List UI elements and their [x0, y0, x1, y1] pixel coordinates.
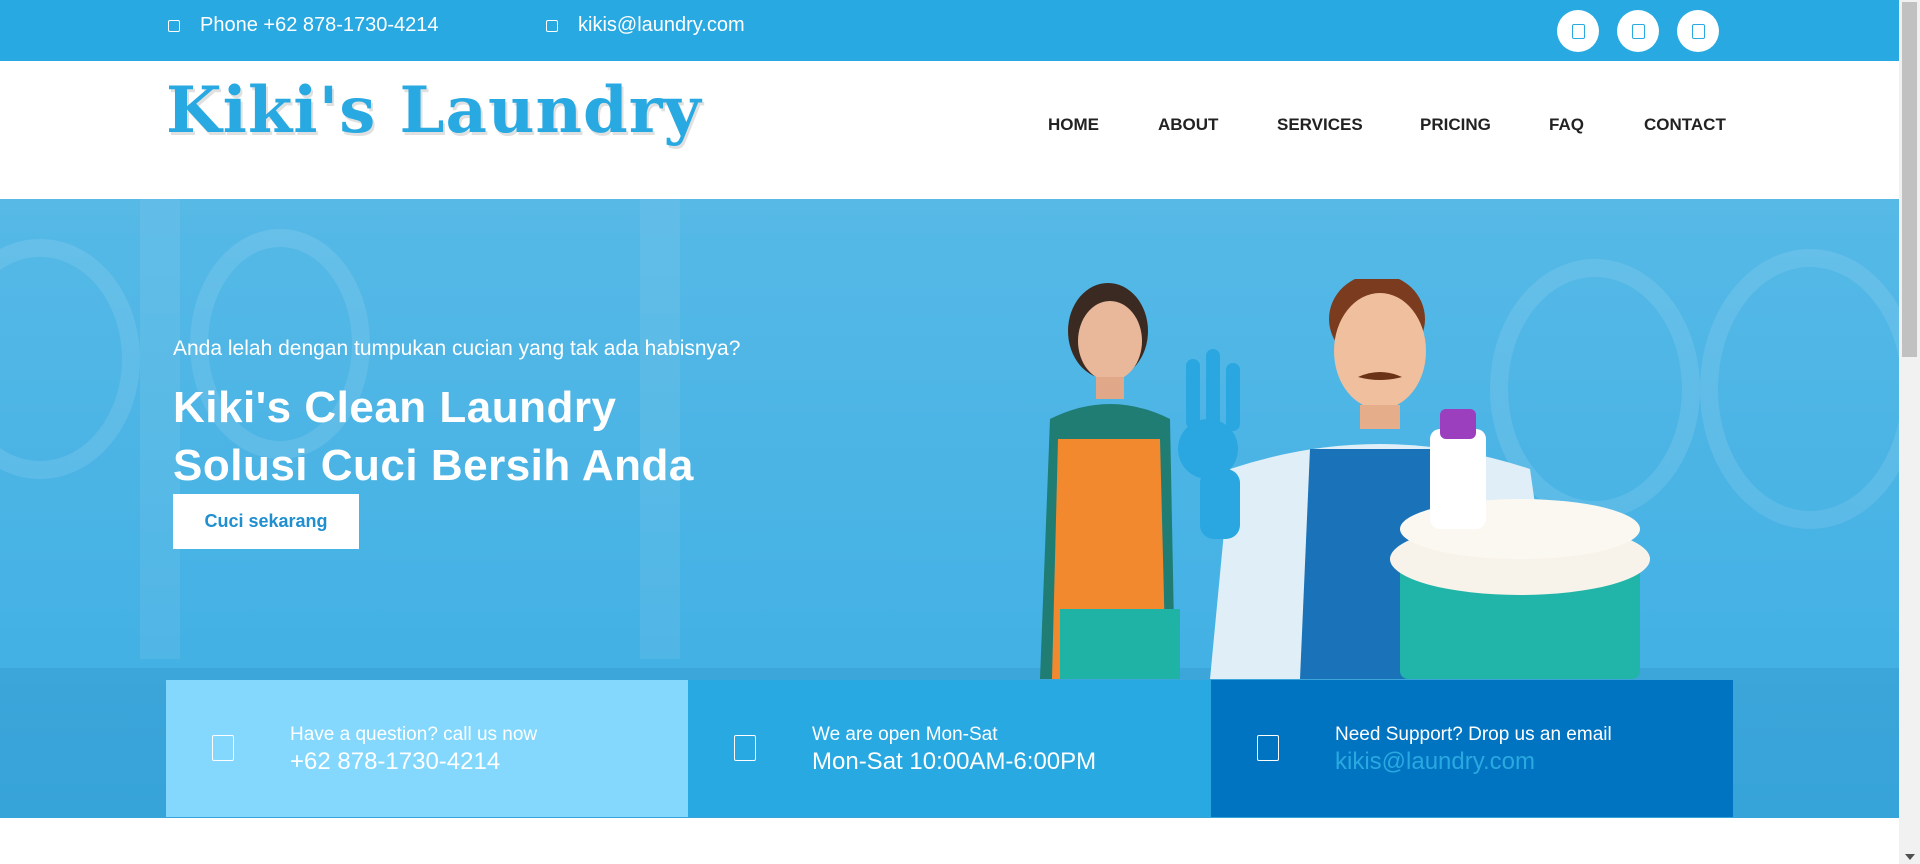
twitter-icon	[1631, 23, 1645, 39]
info-box-hours: We are open Mon-Sat Mon-Sat 10:00AM-6:00…	[688, 680, 1211, 817]
nav-about[interactable]: ABOUT	[1158, 115, 1218, 135]
wash-now-button[interactable]: Cuci sekarang	[173, 494, 359, 549]
nav-contact[interactable]: CONTACT	[1644, 115, 1726, 135]
hero-title-line-1: Kiki's Clean Laundry	[173, 383, 617, 432]
topbar-phone-text: Phone +62 878-1730-4214	[200, 14, 439, 36]
site-header: Kiki's Laundry HOME ABOUT SERVICES PRICI…	[0, 61, 1899, 199]
site-logo[interactable]: Kiki's Laundry	[166, 73, 702, 148]
nav-services[interactable]: SERVICES	[1277, 115, 1363, 135]
info-label: We are open Mon-Sat	[812, 724, 998, 745]
nav-faq[interactable]: FAQ	[1549, 115, 1584, 135]
hero-title: Kiki's Clean Laundry Solusi Cuci Bersih …	[173, 379, 694, 495]
top-contact-bar: Phone +62 878-1730-4214 kikis@laundry.co…	[0, 0, 1899, 61]
nav-home[interactable]: HOME	[1048, 115, 1099, 135]
topbar-email-text[interactable]: kikis@laundry.com	[578, 14, 745, 37]
twitter-button[interactable]	[1617, 10, 1659, 52]
washer-shape	[1700, 249, 1899, 529]
phone-icon	[212, 735, 234, 761]
info-label: Need Support? Drop us an email	[1335, 724, 1612, 745]
phone-icon	[168, 19, 180, 32]
topbar-phone[interactable]: Phone +62 878-1730-4214	[168, 14, 439, 37]
envelope-icon	[546, 19, 558, 32]
hero-title-line-2: Solusi Cuci Bersih Anda	[173, 441, 694, 490]
facebook-button[interactable]	[1557, 10, 1599, 52]
page-scrollbar[interactable]	[1899, 0, 1920, 864]
info-label: Have a question? call us now	[290, 724, 538, 745]
hero-section: Anda lelah dengan tumpukan cucian yang t…	[0, 199, 1899, 818]
instagram-button[interactable]	[1677, 10, 1719, 52]
info-value[interactable]: +62 878-1730-4214	[290, 748, 500, 776]
clock-icon	[734, 735, 756, 761]
staff-illustration	[1040, 279, 1650, 679]
washer-shape	[0, 239, 140, 479]
scrollbar-thumb[interactable]	[1902, 2, 1917, 357]
facebook-icon	[1571, 23, 1585, 39]
topbar-email[interactable]: kikis@laundry.com	[546, 14, 745, 37]
info-email-link[interactable]: kikis@laundry.com	[1335, 748, 1535, 776]
info-value: Mon-Sat 10:00AM-6:00PM	[812, 748, 1097, 775]
envelope-icon	[1257, 735, 1279, 761]
nav-pricing[interactable]: PRICING	[1420, 115, 1491, 135]
info-box-phone: Have a question? call us now +62 878-173…	[166, 680, 688, 817]
scroll-down-arrow-icon[interactable]	[1905, 854, 1915, 860]
hero-subtitle: Anda lelah dengan tumpukan cucian yang t…	[173, 337, 741, 360]
instagram-icon	[1691, 23, 1705, 39]
info-box-email: Need Support? Drop us an email kikis@lau…	[1211, 680, 1733, 817]
